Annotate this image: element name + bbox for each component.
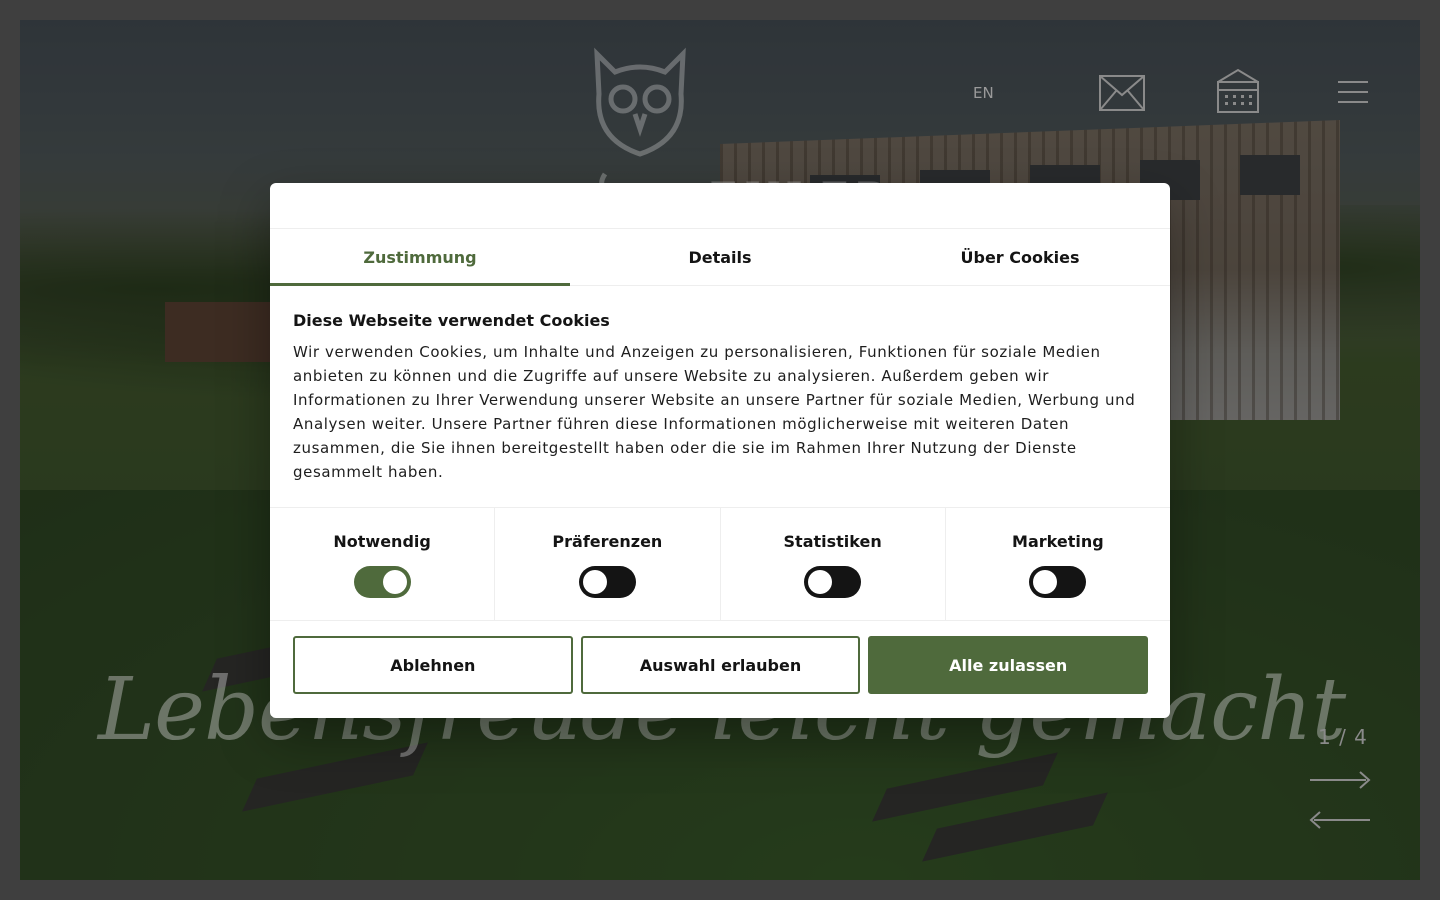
toggle-necessary[interactable] [353, 566, 411, 598]
cookie-tabs: Zustimmung Details Über Cookies [270, 228, 1170, 286]
language-switch[interactable]: EN [973, 84, 994, 102]
tab-about-cookies[interactable]: Über Cookies [870, 229, 1170, 285]
toggle-marketing[interactable] [1029, 566, 1087, 598]
category-label: Notwendig [333, 532, 431, 551]
owl-logo-icon[interactable] [585, 44, 695, 194]
category-preferences: Präferenzen [495, 508, 721, 620]
toggle-knob [1033, 570, 1058, 594]
arrow-left-icon[interactable] [1308, 809, 1372, 831]
category-necessary: Notwendig [270, 508, 496, 620]
cookie-actions: Ablehnen Auswahl erlauben Alle zulassen [293, 636, 1149, 694]
toggle-knob [582, 570, 607, 594]
toggle-knob [382, 570, 407, 594]
category-statistics: Statistiken [721, 508, 946, 620]
hamburger-menu-icon[interactable] [1336, 80, 1370, 104]
calendar-icon[interactable] [1216, 68, 1260, 116]
tab-details[interactable]: Details [570, 229, 870, 285]
toggle-knob [808, 570, 833, 594]
category-label: Marketing [1012, 532, 1104, 551]
cookie-consent-dialog: Zustimmung Details Über Cookies Diese We… [270, 183, 1170, 718]
allow-selection-button[interactable]: Auswahl erlauben [580, 636, 861, 694]
cookie-category-toggles: Notwendig Präferenzen Statistiken Market… [270, 507, 1170, 621]
category-marketing: Marketing [946, 508, 1170, 620]
toggle-preferences[interactable] [578, 566, 636, 598]
cookie-heading: Diese Webseite verwendet Cookies [293, 311, 610, 330]
category-label: Statistiken [783, 532, 882, 551]
allow-all-button[interactable]: Alle zulassen [868, 636, 1149, 694]
mail-icon[interactable] [1099, 75, 1145, 111]
tab-zustimmung[interactable]: Zustimmung [270, 229, 570, 286]
category-label: Präferenzen [552, 532, 663, 551]
slide-counter: 1 / 4 [1318, 725, 1368, 749]
cookie-description: Diese Webseite verwendet Cookies Wir ver… [293, 311, 1143, 484]
toggle-statistics[interactable] [804, 566, 862, 598]
arrow-right-icon[interactable] [1308, 769, 1372, 791]
decline-button[interactable]: Ablehnen [293, 636, 573, 694]
cookie-text: Wir verwenden Cookies, um Inhalte und An… [293, 343, 1136, 481]
